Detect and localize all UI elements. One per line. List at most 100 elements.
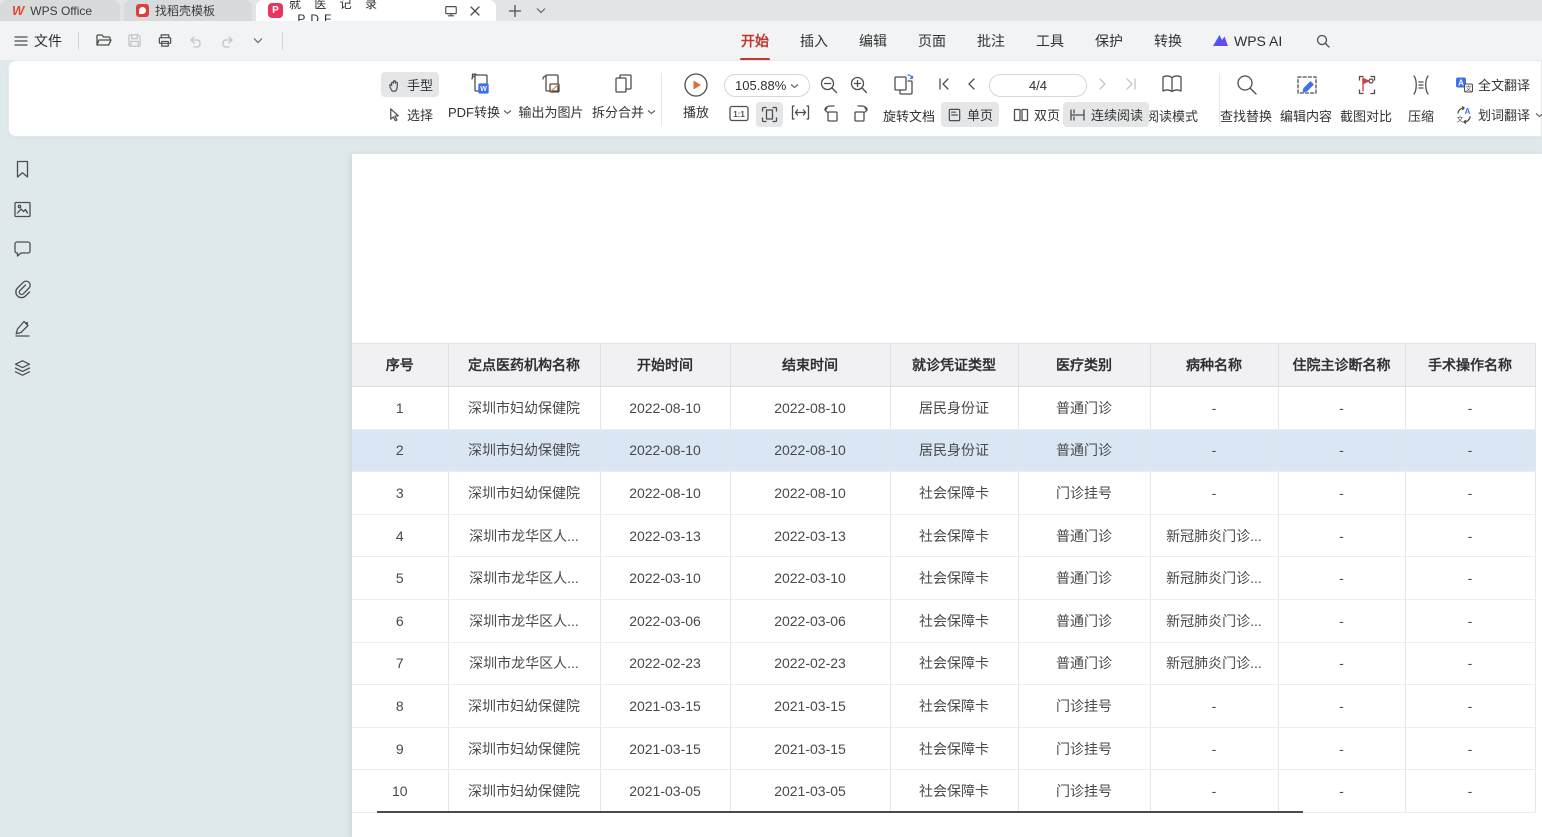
tab-label: WPS Office xyxy=(30,4,92,18)
find-replace-icon xyxy=(1235,73,1259,97)
select-tool-button[interactable]: 选择 xyxy=(381,102,439,127)
zoom-in-button[interactable] xyxy=(849,75,869,95)
screenshot-compare-icon xyxy=(1355,73,1379,97)
svg-text:1:1: 1:1 xyxy=(733,110,745,119)
next-page-button[interactable] xyxy=(1097,77,1109,91)
table-cell: 普通门诊 xyxy=(1018,642,1150,685)
tab-list-chevron-icon[interactable] xyxy=(532,2,550,20)
read-mode-button[interactable] xyxy=(1159,72,1185,98)
search-icon xyxy=(1315,33,1331,49)
play-button[interactable]: 播放 xyxy=(675,72,717,121)
edit-content-button[interactable] xyxy=(1295,73,1319,97)
zoom-in-icon xyxy=(849,75,869,95)
menu-item-comment[interactable]: 批注 xyxy=(976,29,1006,53)
zoom-level-select[interactable]: 105.88% xyxy=(724,74,810,97)
ribbon-toolbar: 手型 选择 W PDF转换 输出为图片 xyxy=(8,60,1542,137)
table-cell: - xyxy=(1405,770,1535,813)
single-page-button[interactable]: 单页 xyxy=(941,102,999,127)
undo-button[interactable] xyxy=(184,29,208,53)
last-page-button[interactable] xyxy=(1123,77,1138,91)
table-row: 5深圳市龙华区人...2022-03-102022-03-10社会保障卡普通门诊… xyxy=(352,557,1535,600)
wps-logo-icon: W xyxy=(12,3,24,18)
divider xyxy=(661,73,662,126)
table-cell: - xyxy=(1278,685,1405,728)
ribbon-search-button[interactable] xyxy=(1311,29,1335,53)
table-cell: 普通门诊 xyxy=(1018,387,1150,430)
redo-button[interactable] xyxy=(215,29,239,53)
table-cell: - xyxy=(1278,727,1405,770)
table-cell: - xyxy=(1278,770,1405,813)
rotate-right-button[interactable] xyxy=(851,104,871,123)
tab-wps-office[interactable]: W WPS Office xyxy=(0,0,120,21)
export-as-image-button[interactable]: 输出为图片 xyxy=(515,72,587,121)
bookmarks-panel-button[interactable] xyxy=(13,160,32,179)
fit-page-button[interactable] xyxy=(756,102,783,127)
tab-docer-templates[interactable]: 找稻壳模板 xyxy=(124,0,252,21)
compress-button[interactable] xyxy=(1409,73,1433,97)
quick-toolbar-more-icon[interactable] xyxy=(246,29,270,53)
table-cell: - xyxy=(1150,770,1278,813)
table-cell: 10 xyxy=(352,770,448,813)
table-cell: 2022-03-06 xyxy=(600,599,730,642)
find-replace-button[interactable] xyxy=(1235,73,1259,97)
thumbnails-panel-button[interactable] xyxy=(13,200,32,219)
menu-item-tools[interactable]: 工具 xyxy=(1035,29,1065,53)
table-cell: 2021-03-15 xyxy=(730,727,890,770)
actual-size-button[interactable]: 1:1 xyxy=(729,105,749,122)
actual-size-icon: 1:1 xyxy=(729,105,749,122)
hand-icon xyxy=(387,77,402,93)
split-merge-icon xyxy=(611,72,637,98)
table-header-row: 序号定点医药机构名称开始时间结束时间就诊凭证类型医疗类别病种名称住院主诊断名称手… xyxy=(352,344,1535,387)
divider xyxy=(282,32,283,50)
svg-text:文: 文 xyxy=(1457,114,1464,123)
table-cell: 社会保障卡 xyxy=(890,770,1018,813)
zoom-out-button[interactable] xyxy=(819,75,839,95)
rotate-pages-button[interactable] xyxy=(891,73,917,97)
menu-item-convert[interactable]: 转换 xyxy=(1153,29,1183,53)
menu-item-page[interactable]: 页面 xyxy=(917,29,947,53)
screen-cast-icon[interactable] xyxy=(442,2,460,20)
fit-width-button[interactable] xyxy=(791,105,810,120)
tab-document[interactable]: P 就 医 记 录 .PDF xyxy=(256,0,496,21)
menu-item-home[interactable]: 开始 xyxy=(740,29,770,53)
svg-text:A: A xyxy=(1458,78,1464,87)
hand-tool-button[interactable]: 手型 xyxy=(381,72,439,97)
screenshot-compare-button[interactable] xyxy=(1355,73,1379,97)
table-cell: 2022-03-13 xyxy=(730,514,890,557)
menu-item-insert[interactable]: 插入 xyxy=(799,29,829,53)
layers-panel-button[interactable] xyxy=(13,359,32,378)
split-merge-button[interactable]: 拆分合并 xyxy=(587,72,661,121)
pdf-convert-button[interactable]: W PDF转换 xyxy=(441,72,519,121)
continuous-reading-button[interactable]: 连续阅读 xyxy=(1063,102,1149,127)
print-button[interactable] xyxy=(153,29,177,53)
comments-panel-button[interactable] xyxy=(13,240,32,259)
bookmark-icon xyxy=(13,160,32,179)
full-text-translate-button[interactable]: A 文 全文翻译 xyxy=(1449,72,1536,97)
table-header-cell: 医疗类别 xyxy=(1018,344,1150,387)
word-translate-button[interactable]: A 文 划词翻译 xyxy=(1449,102,1542,127)
save-button[interactable] xyxy=(122,29,146,53)
table-cell: 2022-02-23 xyxy=(600,642,730,685)
page-number-input[interactable]: 4/4 xyxy=(989,74,1087,97)
pdf-page[interactable]: 序号定点医药机构名称开始时间结束时间就诊凭证类型医疗类别病种名称住院主诊断名称手… xyxy=(352,154,1542,837)
ribbon-menu: 开始 插入 编辑 页面 批注 工具 保护 转换 WPS AI xyxy=(740,21,1335,60)
open-file-button[interactable] xyxy=(91,29,115,53)
table-cell: - xyxy=(1278,429,1405,472)
table-cell: - xyxy=(1150,472,1278,515)
menu-item-protect[interactable]: 保护 xyxy=(1094,29,1124,53)
read-mode-icon xyxy=(1159,72,1185,98)
table-header-cell: 序号 xyxy=(352,344,448,387)
menu-item-edit[interactable]: 编辑 xyxy=(858,29,888,53)
wps-ai-button[interactable]: WPS AI xyxy=(1212,33,1282,49)
close-tab-icon[interactable] xyxy=(466,2,484,20)
rotate-left-button[interactable] xyxy=(821,104,841,123)
quick-access-toolbar: 文件 xyxy=(10,21,288,60)
previous-page-button[interactable] xyxy=(965,77,977,91)
new-tab-icon[interactable] xyxy=(506,2,524,20)
first-page-button[interactable] xyxy=(937,77,952,91)
signature-panel-button[interactable] xyxy=(13,319,32,338)
file-menu-button[interactable]: 文件 xyxy=(10,31,66,51)
rotate-document-label: 旋转文档 xyxy=(883,106,935,125)
attachments-panel-button[interactable] xyxy=(13,280,32,299)
hamburger-icon xyxy=(14,35,28,47)
